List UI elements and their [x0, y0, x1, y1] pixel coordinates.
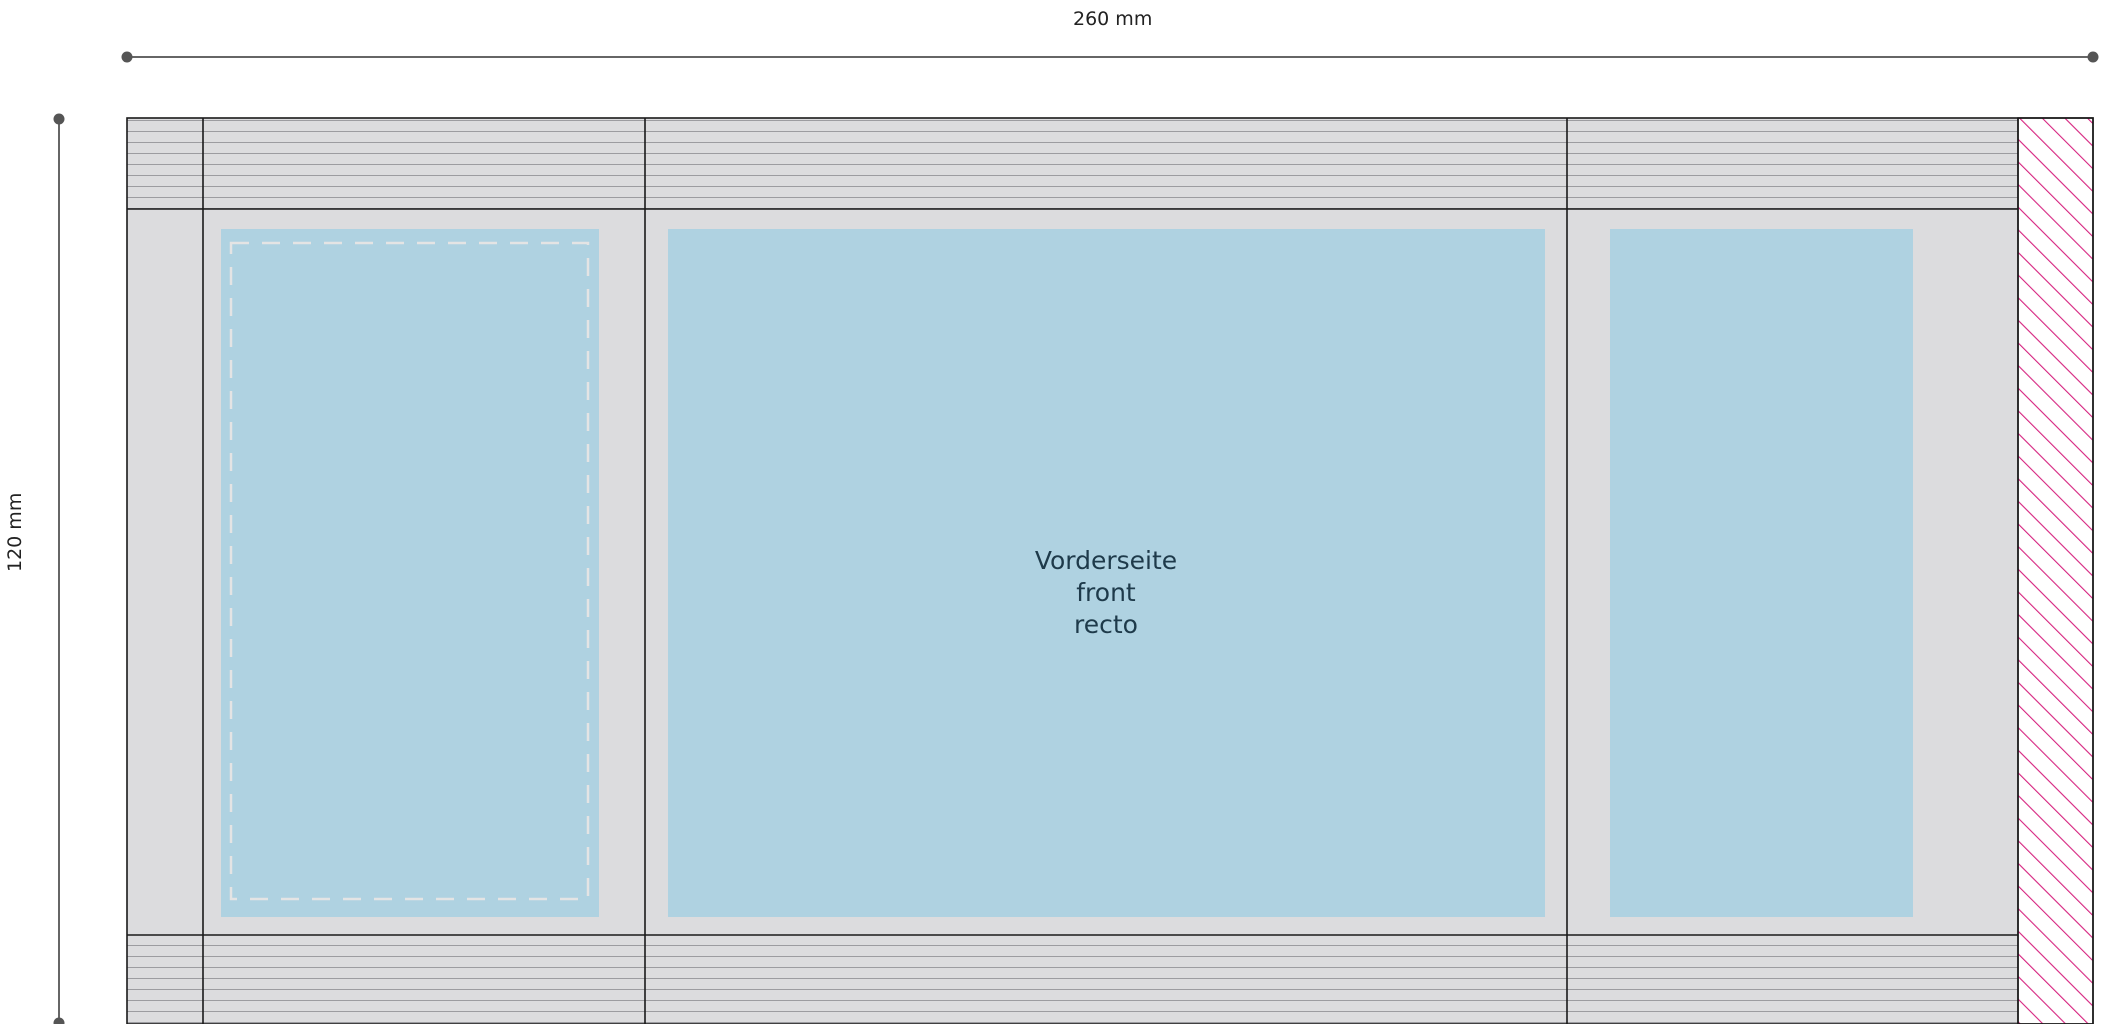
front-label-de: Vorderseite	[1034, 546, 1178, 575]
height-dimension-line	[53, 113, 65, 1024]
dieline-diagram	[53, 51, 2099, 1024]
width-label: 260 mm	[1073, 8, 1153, 30]
left-panel	[221, 229, 599, 917]
front-label-en: front	[1076, 578, 1136, 607]
height-label: 120 mm	[4, 492, 26, 572]
width-dimension-line	[121, 51, 2099, 63]
front-label-fr: recto	[1074, 610, 1138, 639]
right-panel	[1610, 229, 1913, 917]
front-panel-label: Vorderseite front recto	[1005, 545, 1207, 641]
bottom-fold-strip	[127, 935, 2018, 1024]
top-fold-strip	[127, 118, 2018, 209]
glue-flap-hatched	[2017, 117, 2094, 1024]
